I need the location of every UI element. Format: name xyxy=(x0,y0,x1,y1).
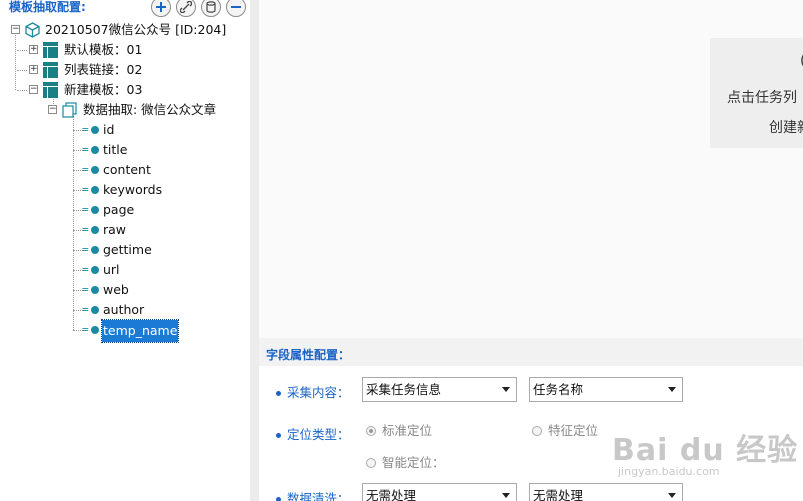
field-label: url xyxy=(103,262,120,277)
field-label: raw xyxy=(103,222,127,237)
radio-icon xyxy=(532,426,542,436)
field-label: title xyxy=(103,142,128,157)
field-icon: = xyxy=(82,263,100,276)
link-button[interactable] xyxy=(176,0,196,17)
data-clean-label: 数据清洗： xyxy=(276,488,350,501)
locate-type-label: 定位类型： xyxy=(276,424,350,443)
field-icon: = xyxy=(82,283,100,296)
field-label: keywords xyxy=(103,182,163,197)
minus-icon xyxy=(227,1,245,13)
table-icon xyxy=(43,82,58,98)
field-icon: = xyxy=(82,223,100,236)
empty-hint-box: ( 点击任务列 创建新 xyxy=(710,38,803,148)
field-icon: = xyxy=(82,303,100,316)
collect-field-select[interactable]: 任务名称 xyxy=(529,377,683,402)
tree-template-label: 默认模板：01 xyxy=(64,42,143,57)
clean-method-select[interactable]: 无需处理 xyxy=(362,483,517,501)
template-extract-panel: 模板抽取配置: − 20210507微信公众号 [ID:204] + 默认模板：… xyxy=(0,0,250,501)
expand-icon[interactable]: + xyxy=(29,45,38,54)
panel-splitter[interactable] xyxy=(250,0,259,501)
radio-standard-locate[interactable]: 标准定位 xyxy=(366,420,432,439)
field-icon: = xyxy=(82,203,100,216)
panel-title: 模板抽取配置: xyxy=(9,0,86,14)
field-icon: = xyxy=(82,323,100,336)
bullet-icon xyxy=(276,391,281,396)
link-icon xyxy=(177,1,195,13)
hint-text: 点击任务列 xyxy=(727,90,797,106)
radio-icon xyxy=(366,426,376,436)
task-preview-area: ( 点击任务列 创建新 xyxy=(259,0,803,338)
field-icon: = xyxy=(82,163,100,176)
watermark-logo: Bai du 经验 jingyan.baidu.com xyxy=(612,433,799,478)
field-icon: = xyxy=(82,183,100,196)
tree-template-label: 列表链接：02 xyxy=(64,62,143,77)
field-attribute-config: 字段属性配置： 采集内容： 采集任务信息 任务名称 定位类型： 标准定位 特征定… xyxy=(259,338,803,501)
section-header: 字段属性配置： xyxy=(259,338,803,366)
field-label: temp_name xyxy=(100,319,180,343)
collapse-icon[interactable]: − xyxy=(29,85,38,94)
field-label: gettime xyxy=(103,242,152,257)
collapse-icon[interactable]: − xyxy=(48,105,57,114)
database-icon xyxy=(202,1,220,13)
field-label: web xyxy=(103,282,129,297)
document-stack-icon xyxy=(62,102,77,118)
tree-root-label: 20210507微信公众号 [ID:204] xyxy=(45,22,227,37)
chevron-down-icon xyxy=(502,387,510,392)
hint-text: 创建新 xyxy=(769,120,803,136)
bullet-icon xyxy=(276,497,281,501)
tree-extract-label: 数据抽取: 微信公众文章 xyxy=(83,102,217,117)
field-icon: = xyxy=(82,143,100,156)
chevron-down-icon xyxy=(668,493,676,498)
collapse-icon[interactable]: − xyxy=(11,25,20,34)
section-title: 字段属性配置： xyxy=(266,348,351,362)
chevron-down-icon xyxy=(502,493,510,498)
collect-source-select[interactable]: 采集任务信息 xyxy=(362,377,517,402)
bullet-icon xyxy=(276,433,281,438)
remove-button[interactable] xyxy=(226,0,246,17)
table-icon xyxy=(43,42,58,58)
cube-icon xyxy=(25,22,40,38)
radio-icon xyxy=(366,458,376,468)
clean-option-select[interactable]: 无需处理 xyxy=(529,483,683,501)
plus-icon xyxy=(152,1,170,13)
field-icon: = xyxy=(82,123,100,136)
database-button[interactable] xyxy=(201,0,221,17)
field-label: author xyxy=(103,302,145,317)
field-label: content xyxy=(103,162,151,177)
tree-template-label: 新建模板：03 xyxy=(64,82,143,97)
field-label: page xyxy=(103,202,135,217)
field-icon: = xyxy=(82,243,100,256)
field-label: id xyxy=(103,122,115,137)
collect-content-label: 采集内容： xyxy=(276,382,350,401)
add-button[interactable] xyxy=(151,0,171,17)
chevron-down-icon xyxy=(668,387,676,392)
radio-feature-locate[interactable]: 特征定位 xyxy=(532,420,598,439)
table-icon xyxy=(43,62,58,78)
expand-icon[interactable]: + xyxy=(29,65,38,74)
radio-smart-locate[interactable]: 智能定位： xyxy=(366,452,445,471)
